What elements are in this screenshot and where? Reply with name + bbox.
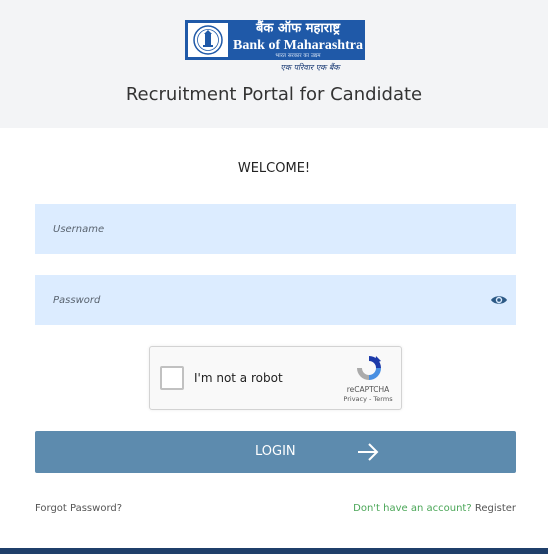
recaptcha-brand: reCAPTCHA bbox=[346, 385, 390, 394]
recaptcha-label: I'm not a robot bbox=[194, 371, 283, 385]
recaptcha-logo-icon bbox=[354, 353, 384, 388]
password-input[interactable] bbox=[35, 275, 516, 325]
logo-english-name: Bank of Maharashtra bbox=[233, 38, 363, 53]
eye-icon[interactable] bbox=[490, 291, 508, 309]
recaptcha-checkbox[interactable] bbox=[160, 366, 184, 390]
footer-bar bbox=[0, 548, 548, 554]
logo-hindi-name: बैंक ऑफ महाराष्ट्र bbox=[255, 21, 341, 36]
username-input[interactable] bbox=[35, 204, 516, 254]
header: बैंक ऑफ महाराष्ट्र Bank of Maharashtra भ… bbox=[0, 0, 548, 128]
login-button[interactable]: LOGIN bbox=[35, 431, 516, 473]
recaptcha-widget: I'm not a robot reCAPTCHA Privacy - Term… bbox=[149, 346, 402, 410]
recaptcha-privacy-terms-link[interactable]: Privacy - Terms bbox=[332, 395, 404, 404]
login-card: WELCOME! I'm not a robot reCAPTCHA Priva… bbox=[0, 128, 548, 548]
logo-tagline: एक परिवार एक बैंक bbox=[280, 63, 340, 72]
page-title: Recruitment Portal for Candidate bbox=[125, 84, 423, 105]
logo-banner: बैंक ऑफ महाराष्ट्र Bank of Maharashtra भ… bbox=[185, 20, 365, 60]
login-button-label: LOGIN bbox=[255, 444, 296, 459]
logo-subtitle: भारत सरकार का उद्यम bbox=[275, 53, 321, 59]
signup-question: Don't have an account? bbox=[353, 503, 472, 514]
bank-seal-icon bbox=[188, 23, 228, 57]
bank-logo: बैंक ऑफ महाराष्ट्र Bank of Maharashtra भ… bbox=[185, 20, 365, 76]
forgot-password-link[interactable]: Forgot Password? bbox=[35, 501, 122, 517]
arrow-right-icon bbox=[357, 442, 379, 465]
signup-prompt: Don't have an account? Register bbox=[353, 501, 516, 517]
welcome-heading: WELCOME! bbox=[237, 161, 311, 176]
register-link[interactable]: Register bbox=[475, 503, 516, 514]
